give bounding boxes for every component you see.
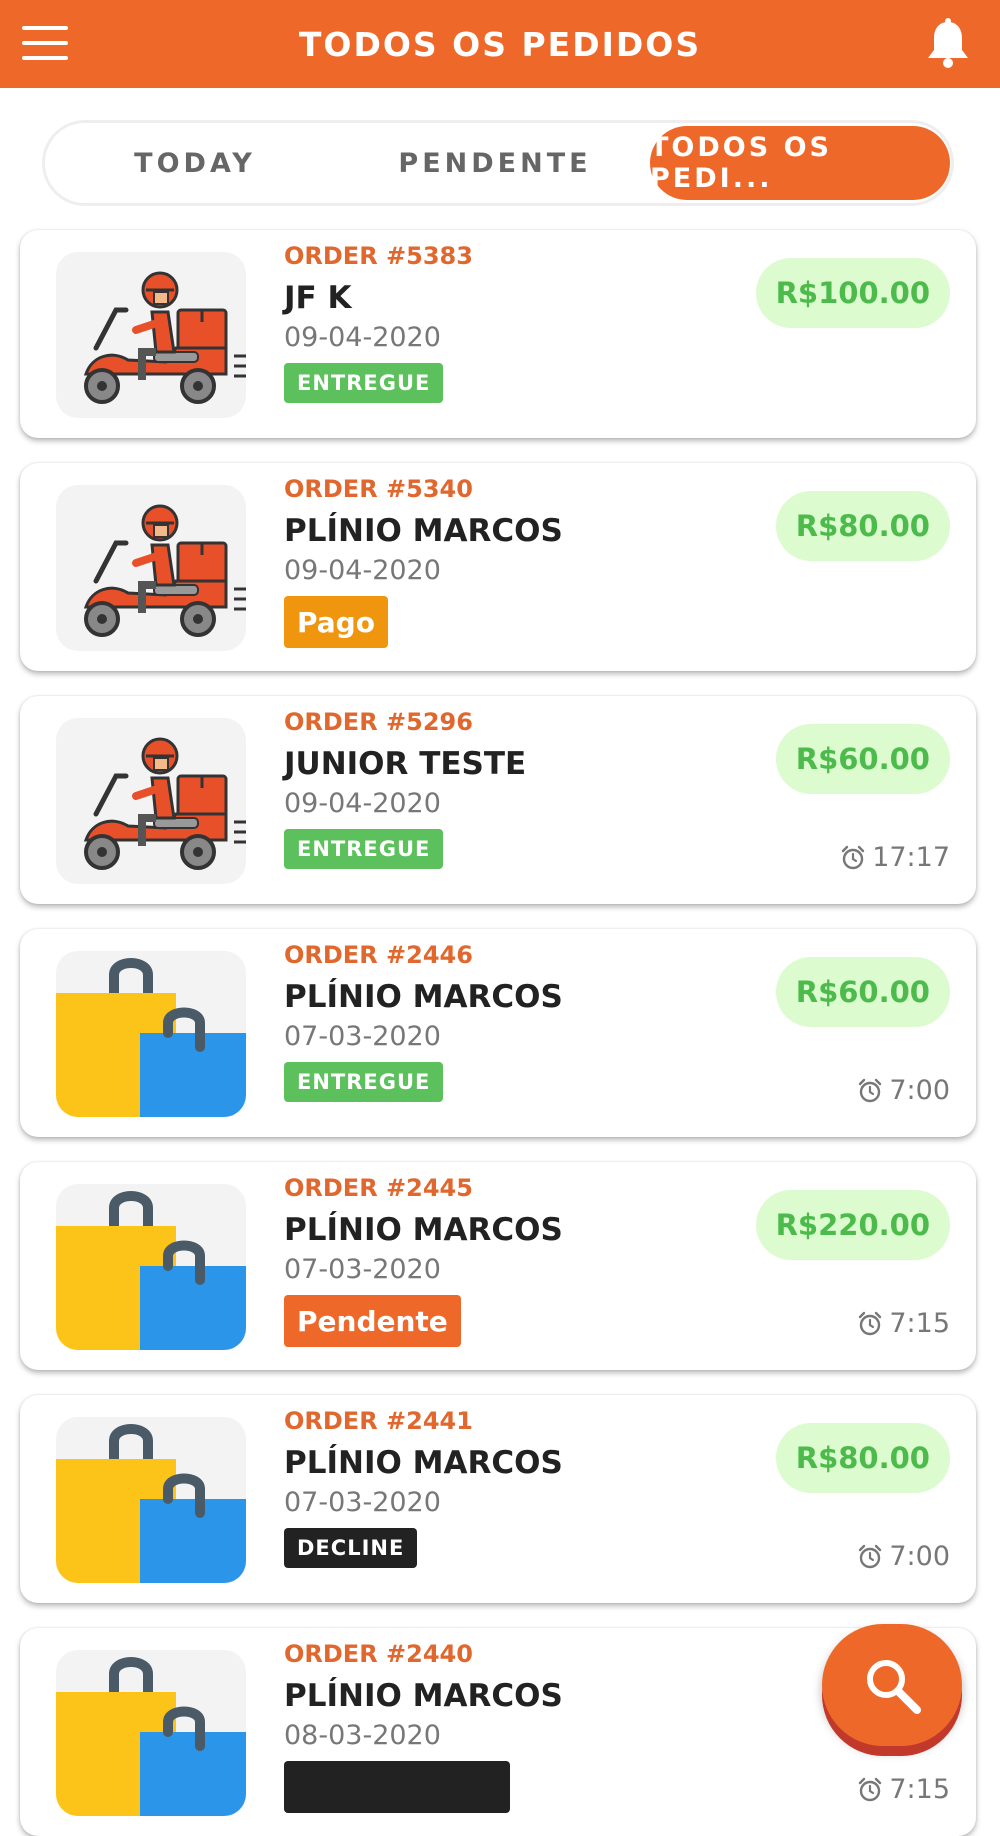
order-number: ORDER #2446 (284, 941, 473, 969)
status-badge: ENTREGUE (284, 1062, 444, 1102)
order-time: 7:00 (857, 1075, 950, 1106)
order-number: ORDER #2440 (284, 1640, 473, 1668)
order-date: 07-03-2020 (284, 1254, 441, 1285)
order-date: 09-04-2020 (284, 555, 441, 586)
order-card[interactable]: ORDER #5340 PLÍNIO MARCOS 09-04-2020 Pag… (20, 463, 976, 671)
alarm-clock-icon (857, 1777, 883, 1803)
delivery-scooter-icon (56, 252, 246, 418)
tab-pendente[interactable]: PENDENTE (365, 126, 625, 200)
tab-today[interactable]: TODAY (65, 126, 325, 200)
page-title: TODOS OS PEDIDOS (298, 24, 702, 64)
price-pill: R$60.00 (775, 724, 950, 794)
app-bar: TODOS OS PEDIDOS (0, 0, 1000, 88)
order-card[interactable]: ORDER #5383 JF K 09-04-2020 ENTREGUE R$1… (20, 230, 976, 438)
order-time: 7:00 (857, 1541, 950, 1572)
order-number: ORDER #5340 (284, 475, 473, 503)
customer-name: PLÍNIO MARCOS (284, 513, 563, 549)
order-date: 07-03-2020 (284, 1487, 441, 1518)
customer-name: JUNIOR TESTE (284, 746, 527, 782)
price-pill: R$80.00 (775, 1423, 950, 1493)
customer-name: PLÍNIO MARCOS (284, 979, 563, 1015)
time-label: 7:15 (889, 1308, 950, 1339)
shopping-bags-icon (56, 951, 246, 1117)
time-label: 17:17 (872, 842, 950, 873)
price-pill: R$100.00 (755, 258, 950, 328)
customer-name: PLÍNIO MARCOS (284, 1678, 563, 1714)
status-badge: Pago (284, 596, 388, 648)
alarm-clock-icon (857, 1544, 883, 1570)
bell-icon[interactable] (924, 18, 972, 68)
price-pill: R$80.00 (775, 491, 950, 561)
hamburger-menu-icon[interactable] (22, 26, 68, 60)
tab-todos-os-pedidos[interactable]: TODOS OS PEDI... (650, 126, 950, 200)
customer-name: PLÍNIO MARCOS (284, 1445, 563, 1481)
shopping-bags-icon (56, 1184, 246, 1350)
customer-name: JF K (284, 280, 352, 316)
time-label: 7:15 (889, 1774, 950, 1805)
status-badge: ENTREGUE (284, 363, 444, 403)
order-card[interactable]: ORDER #5296 JUNIOR TESTE 09-04-2020 ENTR… (20, 696, 976, 904)
alarm-clock-icon (857, 1311, 883, 1337)
order-number: ORDER #5383 (284, 242, 473, 270)
shopping-bags-icon (56, 1417, 246, 1583)
customer-name: PLÍNIO MARCOS (284, 1212, 563, 1248)
delivery-scooter-icon (56, 485, 246, 651)
order-number: ORDER #5296 (284, 708, 473, 736)
status-badge (284, 1761, 510, 1813)
order-time: 7:15 (857, 1774, 950, 1805)
order-date: 08-03-2020 (284, 1720, 441, 1751)
time-label: 7:00 (889, 1075, 950, 1106)
status-badge: ENTREGUE (284, 829, 444, 869)
order-number: ORDER #2445 (284, 1174, 473, 1202)
order-time: 17:17 (840, 842, 950, 873)
search-button[interactable] (822, 1624, 962, 1746)
delivery-scooter-icon (56, 718, 246, 884)
price-pill: R$220.00 (755, 1190, 950, 1260)
search-icon (867, 1660, 921, 1714)
order-card[interactable]: ORDER #2441 PLÍNIO MARCOS 07-03-2020 DEC… (20, 1395, 976, 1603)
status-badge: Pendente (284, 1295, 461, 1347)
order-card[interactable]: ORDER #2446 PLÍNIO MARCOS 07-03-2020 ENT… (20, 929, 976, 1137)
alarm-clock-icon (840, 845, 866, 871)
alarm-clock-icon (857, 1078, 883, 1104)
shopping-bags-icon (56, 1650, 246, 1816)
order-date: 09-04-2020 (284, 322, 441, 353)
order-date: 07-03-2020 (284, 1021, 441, 1052)
price-pill: R$60.00 (775, 957, 950, 1027)
time-label: 7:00 (889, 1541, 950, 1572)
order-card[interactable]: ORDER #2445 PLÍNIO MARCOS 07-03-2020 Pen… (20, 1162, 976, 1370)
filter-tabs: TODAY PENDENTE TODOS OS PEDI... (42, 120, 954, 206)
order-number: ORDER #2441 (284, 1407, 473, 1435)
order-time: 7:15 (857, 1308, 950, 1339)
status-badge: DECLINE (284, 1528, 418, 1568)
order-date: 09-04-2020 (284, 788, 441, 819)
